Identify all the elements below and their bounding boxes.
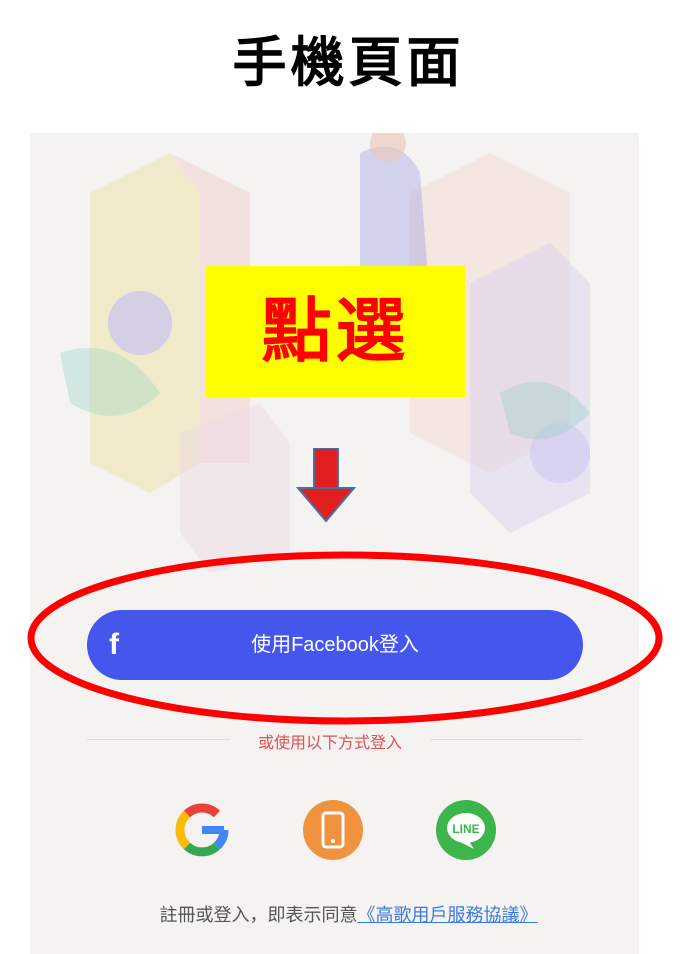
click-callout: 點選: [206, 266, 465, 397]
down-arrow-icon: [296, 448, 356, 523]
terms-link[interactable]: 《高歌用戶服務協議》: [358, 905, 538, 925]
google-login-button[interactable]: [172, 800, 232, 860]
line-login-button[interactable]: LINE: [436, 800, 496, 860]
highlight-ellipse: [27, 551, 663, 725]
terms-notice: 註冊或登入，即表示同意《高歌用戶服務協議》: [0, 901, 697, 927]
alternative-login-label: 或使用以下方式登入: [257, 735, 402, 752]
terms-prefix: 註冊或登入，即表示同意: [159, 905, 358, 925]
page-title: 手機頁面: [232, 31, 465, 94]
line-icon: LINE: [436, 800, 496, 860]
divider-line-left: [87, 739, 230, 740]
phone-icon: [303, 800, 363, 860]
line-icon-label: LINE: [452, 822, 479, 836]
divider-line-right: [430, 739, 583, 740]
phone-login-button[interactable]: [303, 800, 363, 860]
google-icon: [175, 803, 229, 857]
